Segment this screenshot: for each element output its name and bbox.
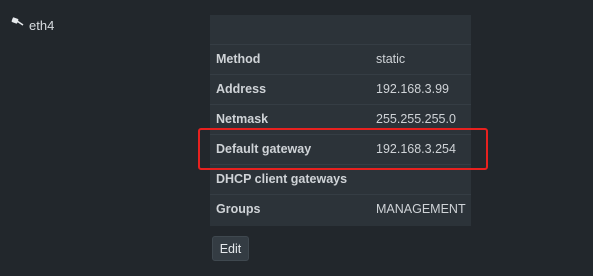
interface-header: eth4 [11, 15, 55, 33]
detail-row-default-gateway: Default gateway 192.168.3.254 [210, 134, 471, 164]
detail-row-groups: Groups MANAGEMENT [210, 194, 471, 224]
detail-key: Groups [216, 202, 261, 216]
detail-row-address: Address 192.168.3.99 [210, 74, 471, 104]
detail-value: 192.168.3.99 [376, 82, 449, 96]
detail-key: DHCP client gateways [216, 172, 348, 186]
detail-key: Address [216, 82, 267, 96]
interface-name: eth4 [29, 18, 55, 33]
detail-row-netmask: Netmask 255.255.255.0 [210, 104, 471, 134]
detail-key: Default gateway [216, 142, 312, 156]
network-cable-icon [11, 15, 25, 27]
detail-value: MANAGEMENT [376, 202, 466, 216]
detail-row-method: Method static [210, 44, 471, 74]
detail-value: static [376, 52, 406, 66]
interface-details-panel: Method static Address 192.168.3.99 Netma… [210, 15, 471, 226]
detail-key: Netmask [216, 112, 269, 126]
detail-value: 255.255.255.0 [376, 112, 456, 126]
detail-key: Method [216, 52, 261, 66]
edit-button[interactable]: Edit [212, 236, 249, 261]
detail-row-dhcp-client-gateways: DHCP client gateways [210, 164, 471, 194]
detail-value: 192.168.3.254 [376, 142, 456, 156]
